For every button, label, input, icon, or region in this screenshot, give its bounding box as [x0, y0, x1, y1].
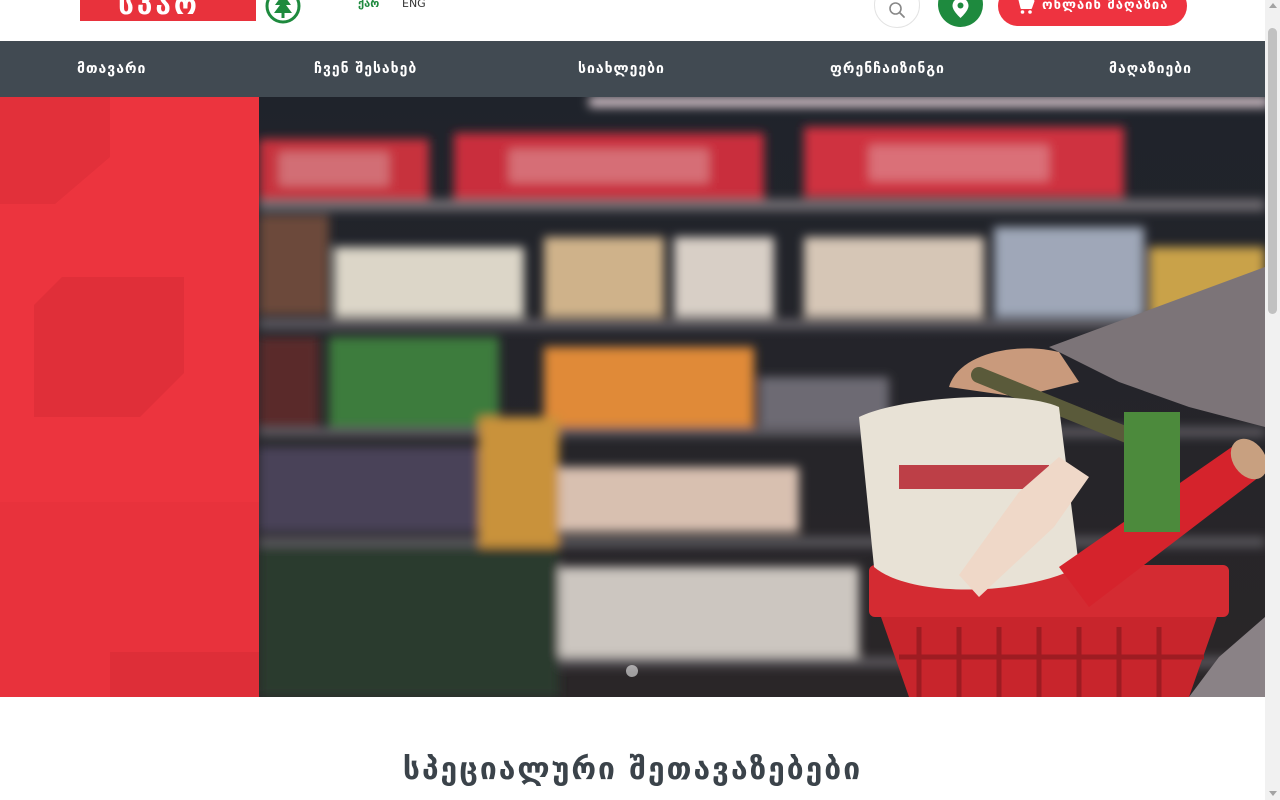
scroll-down-arrow-icon[interactable] — [1269, 791, 1277, 796]
special-offers-title: სპეციალური შეთავაზებები — [402, 752, 863, 787]
nav-item-about[interactable]: ჩვენ შესახებ — [314, 41, 417, 97]
search-button[interactable] — [874, 0, 920, 28]
page: სპარ ქარ ENG ონლაინ მაღაზია მთავარი ჩვენ… — [0, 0, 1265, 800]
hero-pattern-decoration — [0, 97, 259, 697]
nav-item-news[interactable]: სიახლეები — [578, 41, 665, 97]
nav-item-franchising[interactable]: ფრენჩაიზინგი — [830, 41, 945, 97]
site-header: სპარ ქარ ENG ონლაინ მაღაზია — [0, 0, 1265, 41]
scrollbar-thumb[interactable] — [1268, 28, 1277, 314]
supermarket-image — [259, 97, 1265, 697]
main-nav: მთავარი ჩვენ შესახებ სიახლეები ფრენჩაიზი… — [0, 41, 1265, 97]
nav-item-stores[interactable]: მაღაზიები — [1109, 41, 1192, 97]
map-pin-icon — [952, 0, 969, 18]
nav-item-home[interactable]: მთავარი — [77, 41, 146, 97]
cart-icon — [1018, 0, 1035, 14]
lang-georgian[interactable]: ქარ — [358, 0, 379, 11]
search-icon — [889, 2, 905, 18]
hero-slider[interactable] — [0, 97, 1265, 697]
spar-tree-icon — [265, 0, 301, 24]
online-shop-label: ონლაინ მაღაზია — [1042, 0, 1169, 13]
hero-red-panel — [0, 97, 259, 697]
logo-wordmark: სპარ — [80, 0, 256, 21]
lang-english[interactable]: ENG — [402, 0, 426, 11]
spar-logo[interactable]: სპარ — [80, 0, 302, 24]
location-button[interactable] — [938, 0, 983, 27]
page-scrollbar[interactable] — [1265, 0, 1280, 800]
hero-photo — [259, 97, 1265, 697]
slider-dot-1[interactable] — [626, 665, 638, 677]
online-shop-button[interactable]: ონლაინ მაღაზია — [998, 0, 1187, 26]
scroll-up-arrow-icon[interactable] — [1269, 3, 1277, 8]
